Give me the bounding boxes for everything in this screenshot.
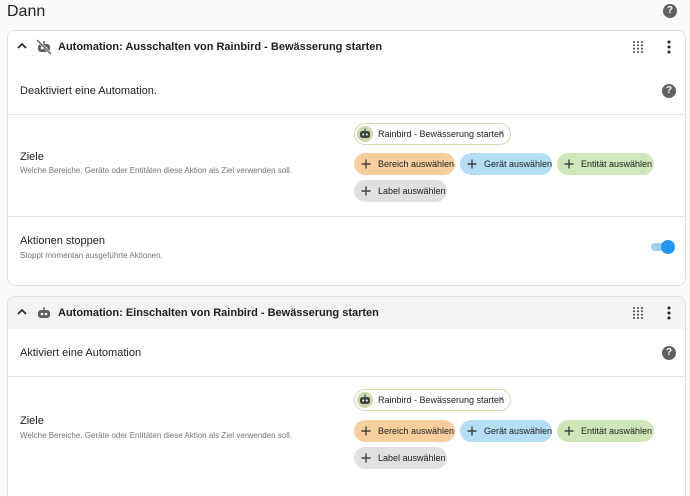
choose-entity-button[interactable]: Entität auswählen [557, 153, 654, 175]
choose-entity-label: Entität auswählen [581, 159, 653, 169]
choose-area-label: Bereich auswählen [378, 159, 455, 169]
robot-off-icon [36, 39, 52, 55]
plus-icon [361, 426, 371, 436]
choose-area-button[interactable]: Bereich auswählen [354, 420, 455, 442]
robot-icon [38, 307, 50, 318]
plus-icon [361, 186, 371, 196]
choose-device-label: Gerät auswählen [484, 159, 553, 169]
plus-icon [467, 159, 477, 169]
target-chip[interactable]: Rainbird - Bewässerung starten × [354, 389, 511, 411]
plus-icon [361, 453, 371, 463]
chevron-up-icon[interactable] [17, 41, 27, 51]
description-row: Aktiviert eine Automation ? [8, 333, 685, 377]
action-description: Deaktiviert eine Automation. [20, 85, 157, 97]
plus-icon [564, 159, 574, 169]
plus-icon [467, 426, 477, 436]
choose-label-label: Label auswählen [378, 453, 446, 463]
help-icon[interactable]: ? [662, 84, 676, 98]
more-options-icon[interactable] [665, 306, 673, 320]
description-row: Deaktiviert eine Automation. ? [8, 71, 685, 115]
choose-label-label: Label auswählen [378, 186, 446, 196]
targets-label: Ziele [20, 415, 44, 427]
choose-entity-button[interactable]: Entität auswählen [557, 420, 654, 442]
stop-actions-label: Aktionen stoppen [20, 235, 106, 247]
target-chip[interactable]: Rainbird - Bewässerung starten × [354, 123, 511, 145]
remove-icon[interactable]: × [498, 124, 504, 144]
card-title: Automation: Ausschalten von Rainbird - B… [58, 41, 383, 53]
choose-entity-label: Entität auswählen [581, 426, 653, 436]
action-card-turn-on: Automation: Einschalten von Rainbird - B… [7, 296, 686, 496]
target-chip-label: Rainbird - Bewässerung starten [378, 129, 505, 139]
drag-handle-icon[interactable] [632, 40, 644, 54]
targets-help: Welche Bereiche, Geräte oder Entitäten d… [20, 431, 292, 440]
choose-device-button[interactable]: Gerät auswählen [460, 153, 552, 175]
plus-icon [564, 426, 574, 436]
action-card-turn-off: Automation: Ausschalten von Rainbird - B… [7, 30, 686, 286]
more-options-icon[interactable] [665, 40, 673, 54]
card-title: Automation: Einschalten von Rainbird - B… [58, 307, 379, 319]
choose-device-label: Gerät auswählen [484, 426, 553, 436]
target-chip-label: Rainbird - Bewässerung starten [378, 395, 505, 405]
section-title: Dann [7, 3, 46, 20]
robot-icon [357, 126, 373, 142]
choose-area-label: Bereich auswählen [378, 426, 455, 436]
choose-label-button[interactable]: Label auswählen [354, 447, 447, 469]
targets-row: Ziele Welche Bereiche, Geräte oder Entit… [8, 377, 685, 496]
plus-icon [361, 159, 371, 169]
choose-area-button[interactable]: Bereich auswählen [354, 153, 455, 175]
remove-icon[interactable]: × [498, 390, 504, 410]
help-icon[interactable]: ? [663, 4, 677, 18]
help-icon[interactable]: ? [662, 346, 676, 360]
drag-handle-icon[interactable] [632, 306, 644, 320]
stop-actions-row: Aktionen stoppen Stoppt momentan ausgefü… [8, 217, 685, 285]
targets-help: Welche Bereiche, Geräte oder Entitäten d… [20, 166, 292, 175]
choose-label-button[interactable]: Label auswählen [354, 180, 447, 202]
choose-device-button[interactable]: Gerät auswählen [460, 420, 552, 442]
stop-actions-help: Stoppt momentan ausgeführte Aktionen. [20, 251, 163, 260]
robot-icon [357, 392, 373, 408]
chevron-up-icon[interactable] [17, 307, 27, 317]
toggle-knob [661, 240, 675, 254]
targets-label: Ziele [20, 151, 44, 163]
card-header[interactable]: Automation: Einschalten von Rainbird - B… [8, 297, 685, 329]
action-description: Aktiviert eine Automation [20, 347, 142, 359]
card-header[interactable]: Automation: Ausschalten von Rainbird - B… [8, 31, 685, 63]
targets-row: Ziele Welche Bereiche, Geräte oder Entit… [8, 115, 685, 217]
stop-actions-toggle[interactable] [651, 239, 675, 255]
section-header: Dann ? [0, 0, 690, 24]
